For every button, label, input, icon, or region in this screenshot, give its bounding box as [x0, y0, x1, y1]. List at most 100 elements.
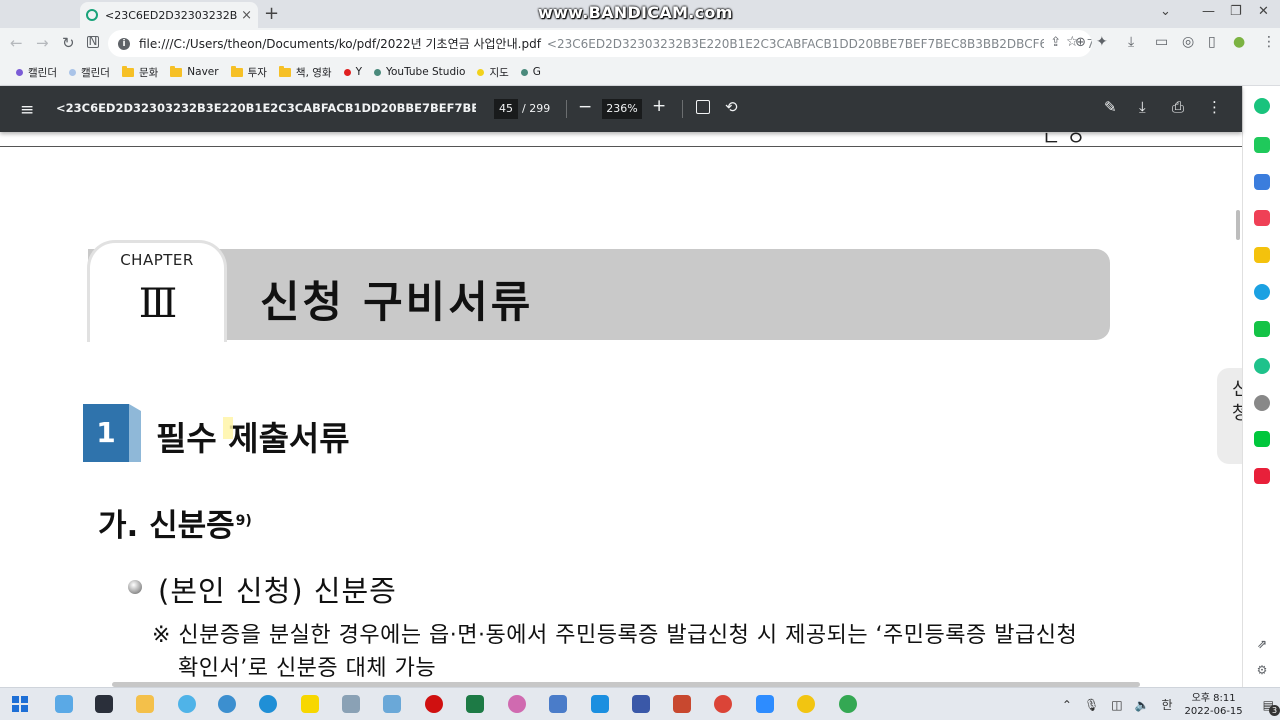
bookmark-item[interactable]: G	[520, 66, 541, 78]
face-app-icon[interactable]	[1254, 395, 1270, 411]
tab-close-icon[interactable]: ×	[241, 8, 252, 23]
pen-icon[interactable]	[342, 695, 360, 713]
swift-icon[interactable]	[218, 695, 236, 713]
bookmark-item[interactable]: 캘린더	[16, 65, 57, 80]
bookmark-folder[interactable]: 문화	[121, 65, 158, 80]
bookmark-folder[interactable]: 투자	[230, 65, 267, 80]
edge-app-icon[interactable]	[1254, 284, 1270, 300]
bookmark-folder[interactable]: Naver	[170, 65, 219, 78]
vertical-scroll-thumb[interactable]	[1236, 210, 1240, 240]
bookmark-label: Naver	[187, 66, 219, 78]
zoom-in-button[interactable]: +	[652, 96, 666, 116]
forward-button[interactable]: →	[36, 34, 49, 52]
bookmark-star-icon[interactable]: ☆	[1066, 34, 1079, 50]
zoom-icon[interactable]	[756, 695, 774, 713]
store-icon[interactable]	[591, 695, 609, 713]
circle-app-icon[interactable]	[1254, 98, 1270, 114]
print-icon[interactable]: ⎙	[1172, 98, 1184, 116]
rotate-icon[interactable]: ⟲	[725, 98, 738, 116]
record-icon[interactable]	[425, 695, 443, 713]
maximize-button[interactable]: ❐	[1230, 4, 1242, 19]
active-tab[interactable]: <23C6ED2D32303232B3E220B1 ×	[80, 2, 258, 28]
chat-app-icon[interactable]	[1254, 137, 1270, 153]
recording-watermark: www.BANDICAM.com	[538, 3, 733, 22]
chapter-title: 신청 구비서류	[260, 278, 534, 328]
microphone-icon[interactable]: 🎙	[1084, 698, 1099, 712]
tab-search-area[interactable]	[0, 0, 78, 28]
calendar-app-icon[interactable]	[1254, 174, 1270, 190]
tool-icon[interactable]	[632, 695, 650, 713]
back-button[interactable]: ←	[10, 34, 23, 52]
tablet-icon[interactable]	[383, 695, 401, 713]
ime-indicator[interactable]: 한	[1161, 696, 1172, 713]
play-app-icon[interactable]	[1254, 358, 1270, 374]
screenshot-icon[interactable]: ▭	[1155, 34, 1168, 50]
pdf-toolbar: ≡ <23C6ED2D32303232B3E220B1E2C3CABFACB1D…	[0, 86, 1242, 132]
open-external-icon[interactable]: ⇗	[1254, 636, 1270, 652]
bookmark-label: YouTube Studio	[385, 66, 466, 78]
note-line-2: 확인서’로 신분증 대체 가능	[178, 656, 437, 681]
kakaotalk-icon[interactable]	[301, 695, 319, 713]
notification-icon[interactable]: ▤ 3	[1263, 698, 1280, 716]
globe-icon[interactable]	[178, 695, 196, 713]
bookmarks-bar: 캘린더 캘린더 문화 Naver 투자 책, 영화 Y YouTube Stud…	[0, 59, 1280, 86]
bullet-text: (본인 신청) 신분증	[158, 574, 397, 608]
site-info-icon[interactable]: i	[118, 37, 130, 50]
chapter-label: CHAPTER	[120, 251, 194, 269]
bookmark-folder[interactable]: 책, 영화	[278, 65, 332, 80]
bookmark-item[interactable]: Y	[343, 66, 362, 78]
excel-icon[interactable]	[466, 695, 484, 713]
powerpoint-icon[interactable]	[673, 695, 691, 713]
bookmark-item[interactable]: YouTube Studio	[373, 66, 466, 78]
capture-icon[interactable]: ◎	[1182, 34, 1194, 50]
share-icon[interactable]: ⇪	[1050, 35, 1061, 50]
volume-icon[interactable]: 🔈	[1135, 698, 1150, 712]
folder-icon[interactable]	[136, 695, 154, 713]
player-icon[interactable]	[797, 695, 815, 713]
bookmark-item[interactable]: 캘린더	[68, 65, 110, 80]
address-bar[interactable]: i file:///C:/Users/theon/Documents/ko/pd…	[108, 30, 1092, 57]
minimize-button[interactable]: —	[1202, 4, 1215, 19]
section-title: 필수 제출서류	[156, 419, 350, 458]
davinci-icon[interactable]	[95, 695, 113, 713]
bookmark-label: 지도	[489, 66, 509, 79]
page-number-input[interactable]: 45	[494, 99, 518, 119]
downloads-icon[interactable]: ⤓	[1128, 34, 1134, 50]
close-window-button[interactable]: ✕	[1258, 4, 1269, 19]
zoom-level-input[interactable]: 236%	[602, 99, 642, 119]
paint-icon[interactable]	[508, 695, 526, 713]
start-button[interactable]	[12, 696, 28, 712]
profile-avatar-icon[interactable]: ●	[1233, 34, 1245, 50]
recycle-bin-icon[interactable]	[55, 695, 73, 713]
chrome-menu-icon[interactable]: ⋮	[1262, 34, 1276, 50]
side-panel-icon[interactable]: ▯	[1208, 34, 1216, 50]
tray-expand-icon[interactable]: ⌃	[1062, 698, 1072, 712]
bookmark-item[interactable]: 지도	[477, 65, 509, 80]
reload-button[interactable]: ↻	[62, 34, 75, 52]
clock[interactable]: 오후 8:11 2022-06-15	[1185, 692, 1243, 718]
chrome-alt-icon[interactable]	[839, 695, 857, 713]
tab-search-chevron-icon[interactable]: ⌄	[1160, 4, 1171, 19]
annotate-pen-icon[interactable]: ✎	[1104, 98, 1117, 116]
more-options-icon[interactable]: ⋮	[1207, 98, 1222, 116]
reader-mode-icon[interactable]: N	[87, 35, 99, 48]
text-cursor-highlight	[223, 417, 233, 439]
download-icon[interactable]: ⤓	[1139, 98, 1146, 116]
calculator-icon[interactable]	[549, 695, 567, 713]
chrome-icon[interactable]	[714, 695, 732, 713]
pdf-menu-icon[interactable]: ≡	[20, 100, 34, 120]
now-app-icon[interactable]	[1254, 468, 1270, 484]
zoom-out-button[interactable]: −	[578, 97, 592, 117]
pdf-page[interactable]: ㄴ ㅇ CHAPTER Ⅲ 신청 구비서류 1 필수 제출서류 가. 신분증9)…	[0, 132, 1242, 687]
fit-page-icon[interactable]	[696, 100, 710, 114]
edge-icon[interactable]	[259, 695, 277, 713]
new-tab-button[interactable]: +	[264, 3, 279, 24]
panel-settings-icon[interactable]: ⚙	[1254, 662, 1270, 678]
extensions-icon[interactable]: ✦	[1096, 34, 1108, 50]
pocket-app-icon[interactable]	[1254, 210, 1270, 226]
network-icon[interactable]: ◫	[1111, 698, 1122, 712]
green-app-icon[interactable]	[1254, 321, 1270, 337]
webtoon-app-icon[interactable]	[1254, 431, 1270, 447]
toolbar-divider	[682, 100, 683, 118]
star-app-icon[interactable]	[1254, 247, 1270, 263]
